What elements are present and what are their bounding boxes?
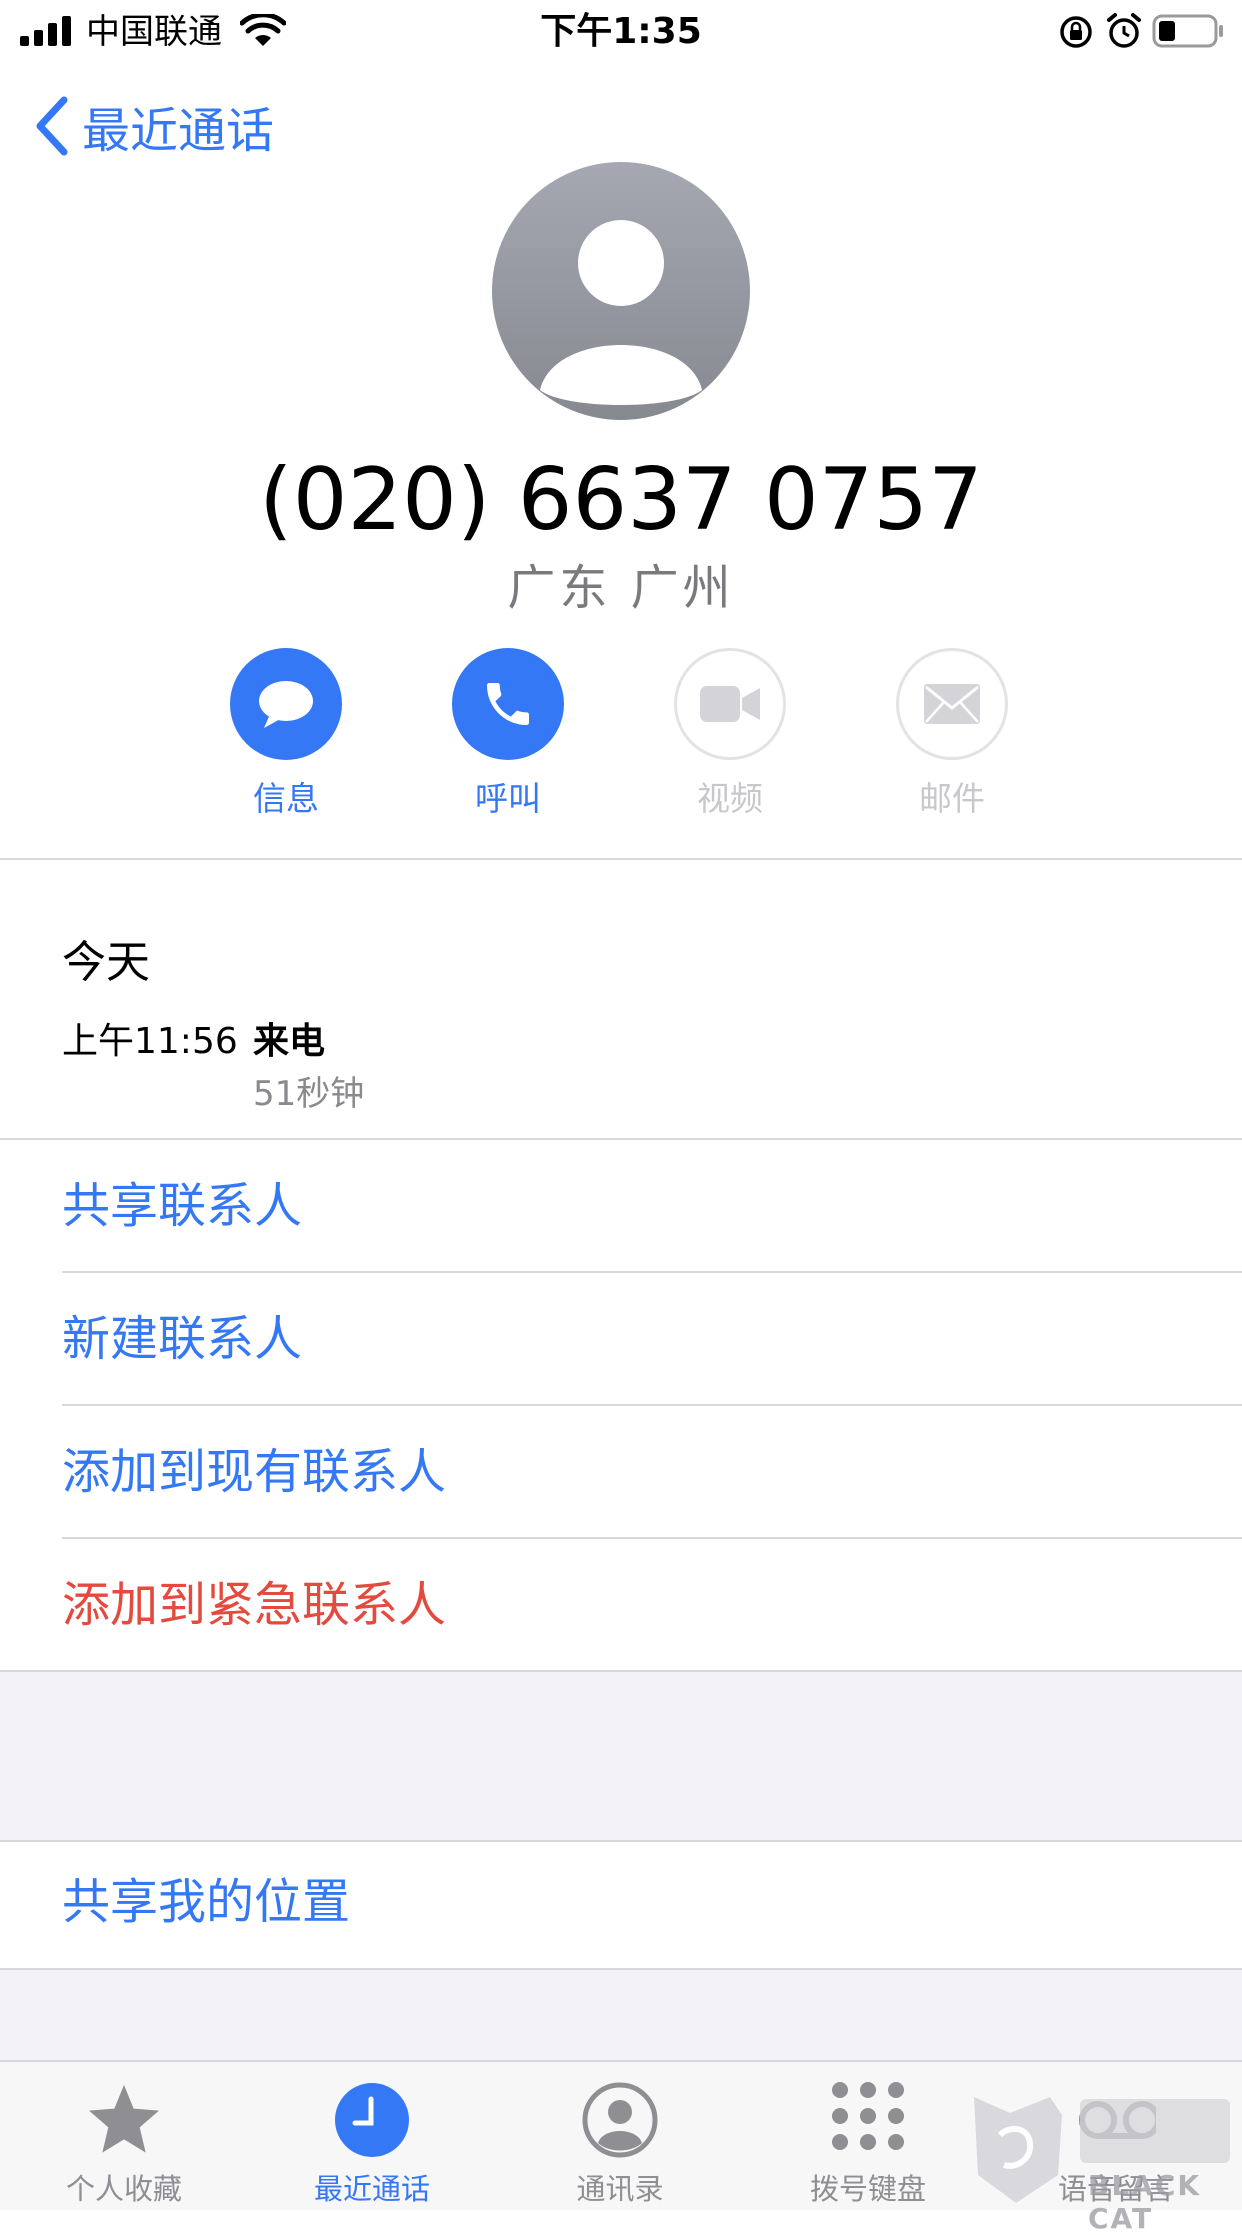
status-time: 下午1:35 xyxy=(540,11,702,52)
create-contact-button[interactable]: 新建联系人 xyxy=(62,1309,302,1369)
star-icon xyxy=(89,2085,159,2153)
message-action-button[interactable]: 信息 xyxy=(230,648,342,818)
share-my-location-button[interactable]: 共享我的位置 xyxy=(62,1872,350,1932)
tab-recents-label: 最近通话 xyxy=(313,2172,430,2206)
caller-location: 广东 广州 xyxy=(507,560,735,616)
clock-icon xyxy=(335,2083,409,2157)
tab-keypad-icon-wrap xyxy=(828,2080,908,2160)
tab-keypad[interactable]: 拨号键盘 xyxy=(768,2080,968,2208)
row-divider xyxy=(62,1271,1242,1273)
battery-icon xyxy=(1152,14,1223,48)
keypad-icon xyxy=(832,2082,904,2150)
tab-favorites[interactable]: 个人收藏 xyxy=(24,2080,224,2208)
back-label: 最近通话 xyxy=(82,103,275,159)
call-type: 来电 xyxy=(253,1021,326,1062)
rotation-lock-icon xyxy=(1060,16,1092,48)
message-action-circle[interactable] xyxy=(230,648,342,760)
section-gap xyxy=(0,1670,1242,1842)
mail-action-circle[interactable] xyxy=(896,648,1008,760)
tab-contacts-icon-wrap xyxy=(580,2080,660,2160)
tab-favorites-label: 个人收藏 xyxy=(65,2172,182,2206)
message-icon xyxy=(259,681,313,728)
tab-keypad-label: 拨号键盘 xyxy=(809,2172,926,2206)
tab-recents-icon-wrap xyxy=(332,2080,412,2160)
status-bar: 中国联通 下午1:35 xyxy=(0,0,1242,62)
back-button[interactable]: 最近通话 xyxy=(34,92,274,160)
black-cat-watermark: BLACK CAT xyxy=(970,2085,1242,2235)
call-action-button[interactable]: 呼叫 xyxy=(452,648,564,818)
mail-action-button[interactable]: 邮件 xyxy=(896,648,1008,818)
contacts-icon xyxy=(582,2082,658,2158)
section-gap xyxy=(0,1968,1242,2062)
call-action-label: 呼叫 xyxy=(475,779,541,818)
tab-recents[interactable]: 最近通话 xyxy=(272,2080,472,2208)
mail-icon xyxy=(924,684,980,724)
watermark-text: BLACK CAT xyxy=(1088,2169,1202,2235)
video-action-button[interactable]: 视频 xyxy=(674,648,786,818)
section-divider xyxy=(0,858,1242,860)
call-time: 上午11:56 xyxy=(62,1021,238,1062)
section-divider xyxy=(0,1138,1242,1140)
row-divider xyxy=(62,1537,1242,1539)
chevron-left-icon xyxy=(36,96,68,156)
phone-icon xyxy=(487,683,529,725)
add-to-existing-contact-button[interactable]: 添加到现有联系人 xyxy=(62,1442,446,1502)
avatar xyxy=(492,162,750,420)
message-action-label: 信息 xyxy=(253,779,319,818)
tab-favorites-icon-wrap xyxy=(84,2080,164,2160)
tab-contacts[interactable]: 通讯录 xyxy=(520,2080,720,2208)
video-action-circle[interactable] xyxy=(674,648,786,760)
mail-action-label: 邮件 xyxy=(919,779,985,818)
person-silhouette-icon xyxy=(540,220,702,405)
call-day-heading: 今天 xyxy=(62,937,150,988)
tab-contacts-label: 通讯录 xyxy=(576,2172,664,2206)
alarm-icon xyxy=(1107,13,1141,48)
share-contact-button[interactable]: 共享联系人 xyxy=(62,1176,302,1236)
video-icon xyxy=(700,686,760,722)
phone-number: (020) 6637 0757 xyxy=(259,450,983,550)
add-to-emergency-contacts-button[interactable]: 添加到紧急联系人 xyxy=(62,1575,446,1635)
call-action-circle[interactable] xyxy=(452,648,564,760)
video-action-label: 视频 xyxy=(697,779,763,818)
call-duration: 51秒钟 xyxy=(253,1074,365,1114)
row-divider xyxy=(62,1404,1242,1406)
